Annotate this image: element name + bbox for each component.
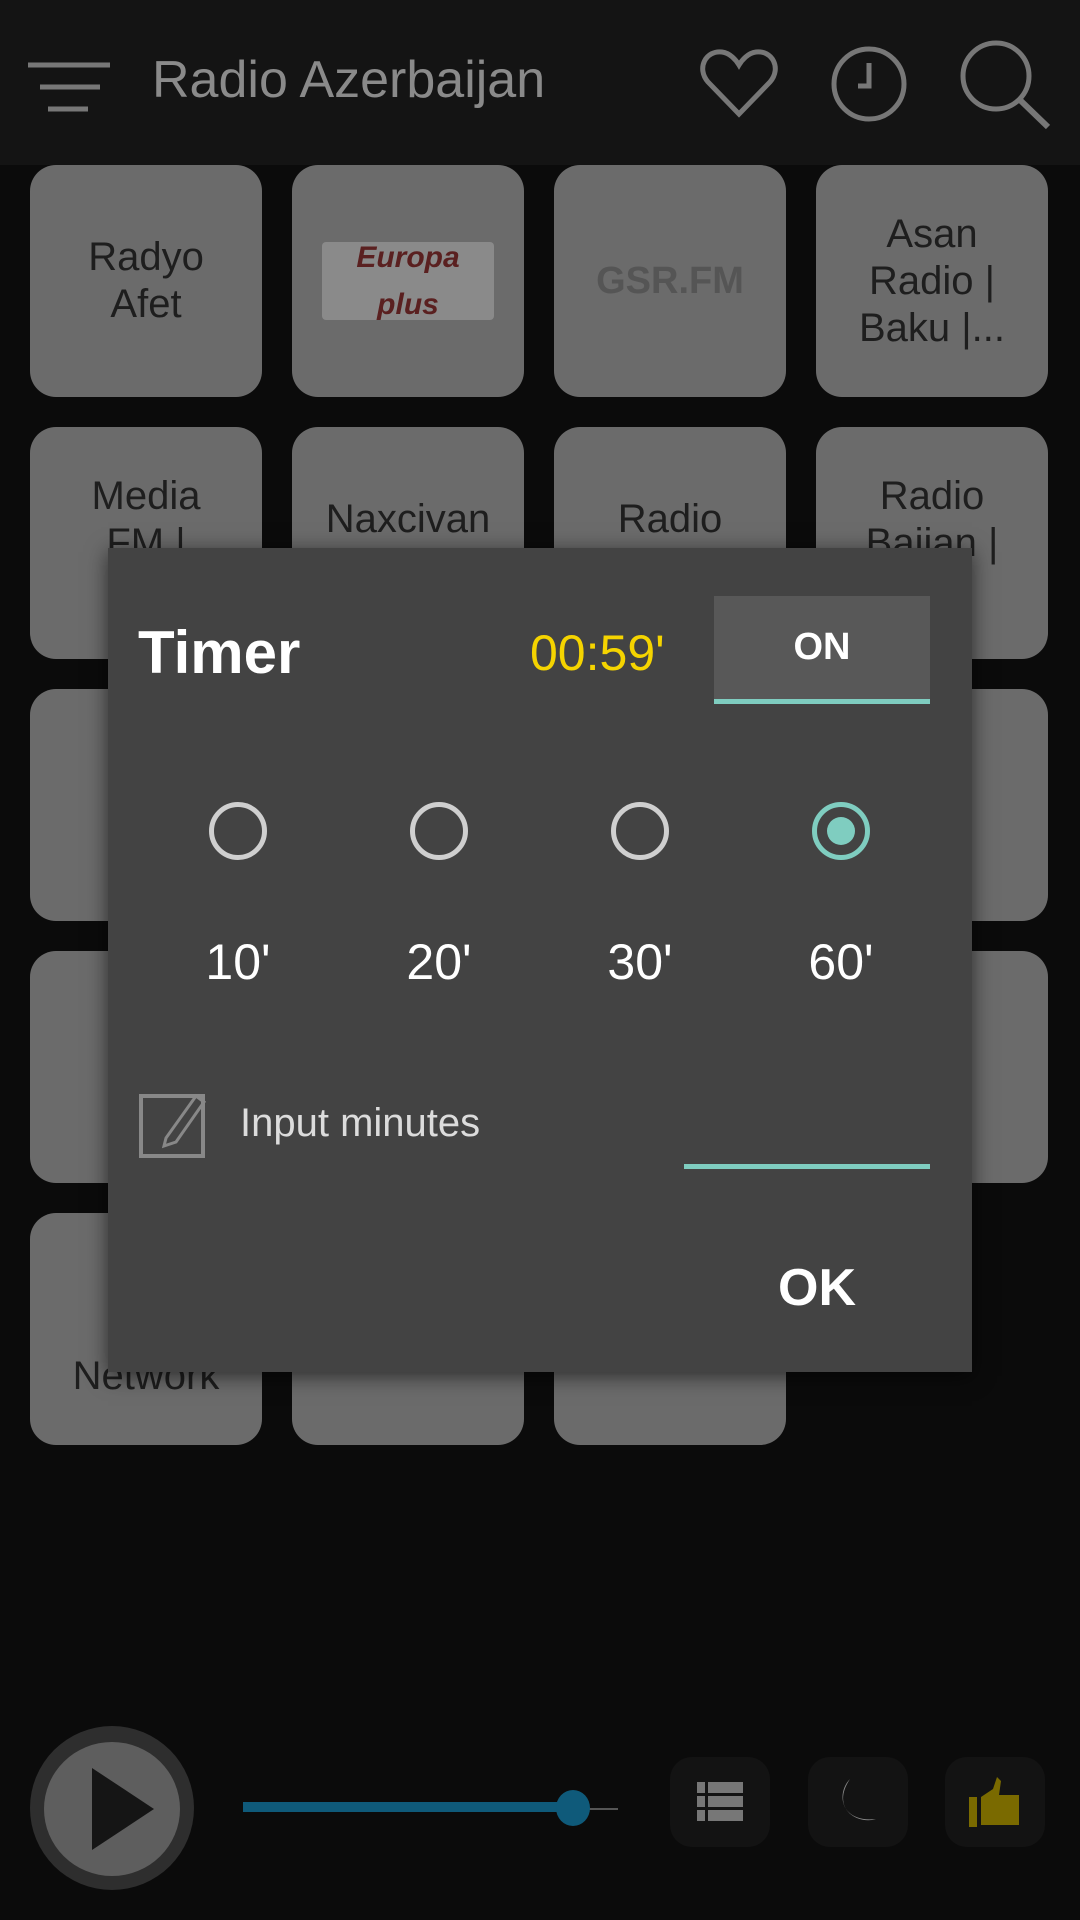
station-tile[interactable]: Europa plus	[292, 165, 524, 397]
list-icon	[697, 1782, 743, 1821]
menu-icon[interactable]	[28, 62, 110, 112]
timer-dialog: Timer 00:59' ON 10' 20' 30' 60' Input minut…	[108, 548, 972, 1372]
station-name-line: Naxcivan	[325, 497, 491, 541]
radio-option-2[interactable]	[611, 802, 669, 860]
edit-icon	[139, 1093, 207, 1158]
search-icon[interactable]	[958, 38, 1052, 130]
thumbs-up-icon	[969, 1777, 1019, 1827]
station-logo: Europa plus	[322, 241, 494, 321]
volume-slider[interactable]	[243, 1790, 618, 1826]
station-name-line: Radio	[617, 497, 723, 541]
app-title: Radio Azerbaijan	[152, 51, 546, 109]
radio-option-3[interactable]	[812, 802, 870, 860]
radio-label: 10'	[205, 934, 271, 990]
station-name-line: Media	[91, 473, 201, 518]
station-name-line: Afet	[110, 282, 182, 326]
station-tile[interactable]: Radyo Afet	[30, 165, 262, 397]
rate-button[interactable]	[945, 1757, 1045, 1847]
timer-toggle-button[interactable]: ON	[714, 596, 930, 704]
radio-option-0[interactable]	[209, 802, 267, 860]
station-name-line: Asan	[886, 211, 978, 256]
station-name-line: Radio	[879, 473, 985, 518]
station-name-line: Radyo	[88, 235, 204, 279]
radio-label: 60'	[808, 934, 874, 990]
radio-label: 20'	[406, 934, 472, 990]
radio-option-1[interactable]	[410, 802, 468, 860]
station-logo: GSR.FM	[596, 259, 744, 302]
volume-thumb[interactable]	[556, 1790, 590, 1826]
play-button[interactable]	[30, 1726, 194, 1890]
clock-icon[interactable]	[830, 45, 908, 123]
minutes-input[interactable]	[684, 1164, 930, 1169]
station-tile[interactable]: Asan Radio | Baku |...	[816, 165, 1048, 397]
list-button[interactable]	[670, 1757, 770, 1847]
sleep-timer-button[interactable]	[808, 1757, 908, 1847]
dialog-title: Timer	[138, 619, 301, 686]
timer-remaining: 00:59'	[530, 625, 665, 681]
station-name-line: Baku |...	[858, 305, 1005, 350]
station-name-line: Radio |	[868, 258, 995, 303]
play-icon	[92, 1768, 154, 1850]
moon-icon	[842, 1779, 876, 1821]
input-minutes-label: Input minutes	[240, 1101, 481, 1145]
station-tile[interactable]: GSR.FM	[554, 165, 786, 397]
app-header: Radio Azerbaijan	[0, 0, 1080, 165]
radio-label: 30'	[607, 934, 673, 990]
ok-button[interactable]: OK	[768, 1254, 866, 1322]
heart-icon[interactable]	[700, 48, 778, 118]
